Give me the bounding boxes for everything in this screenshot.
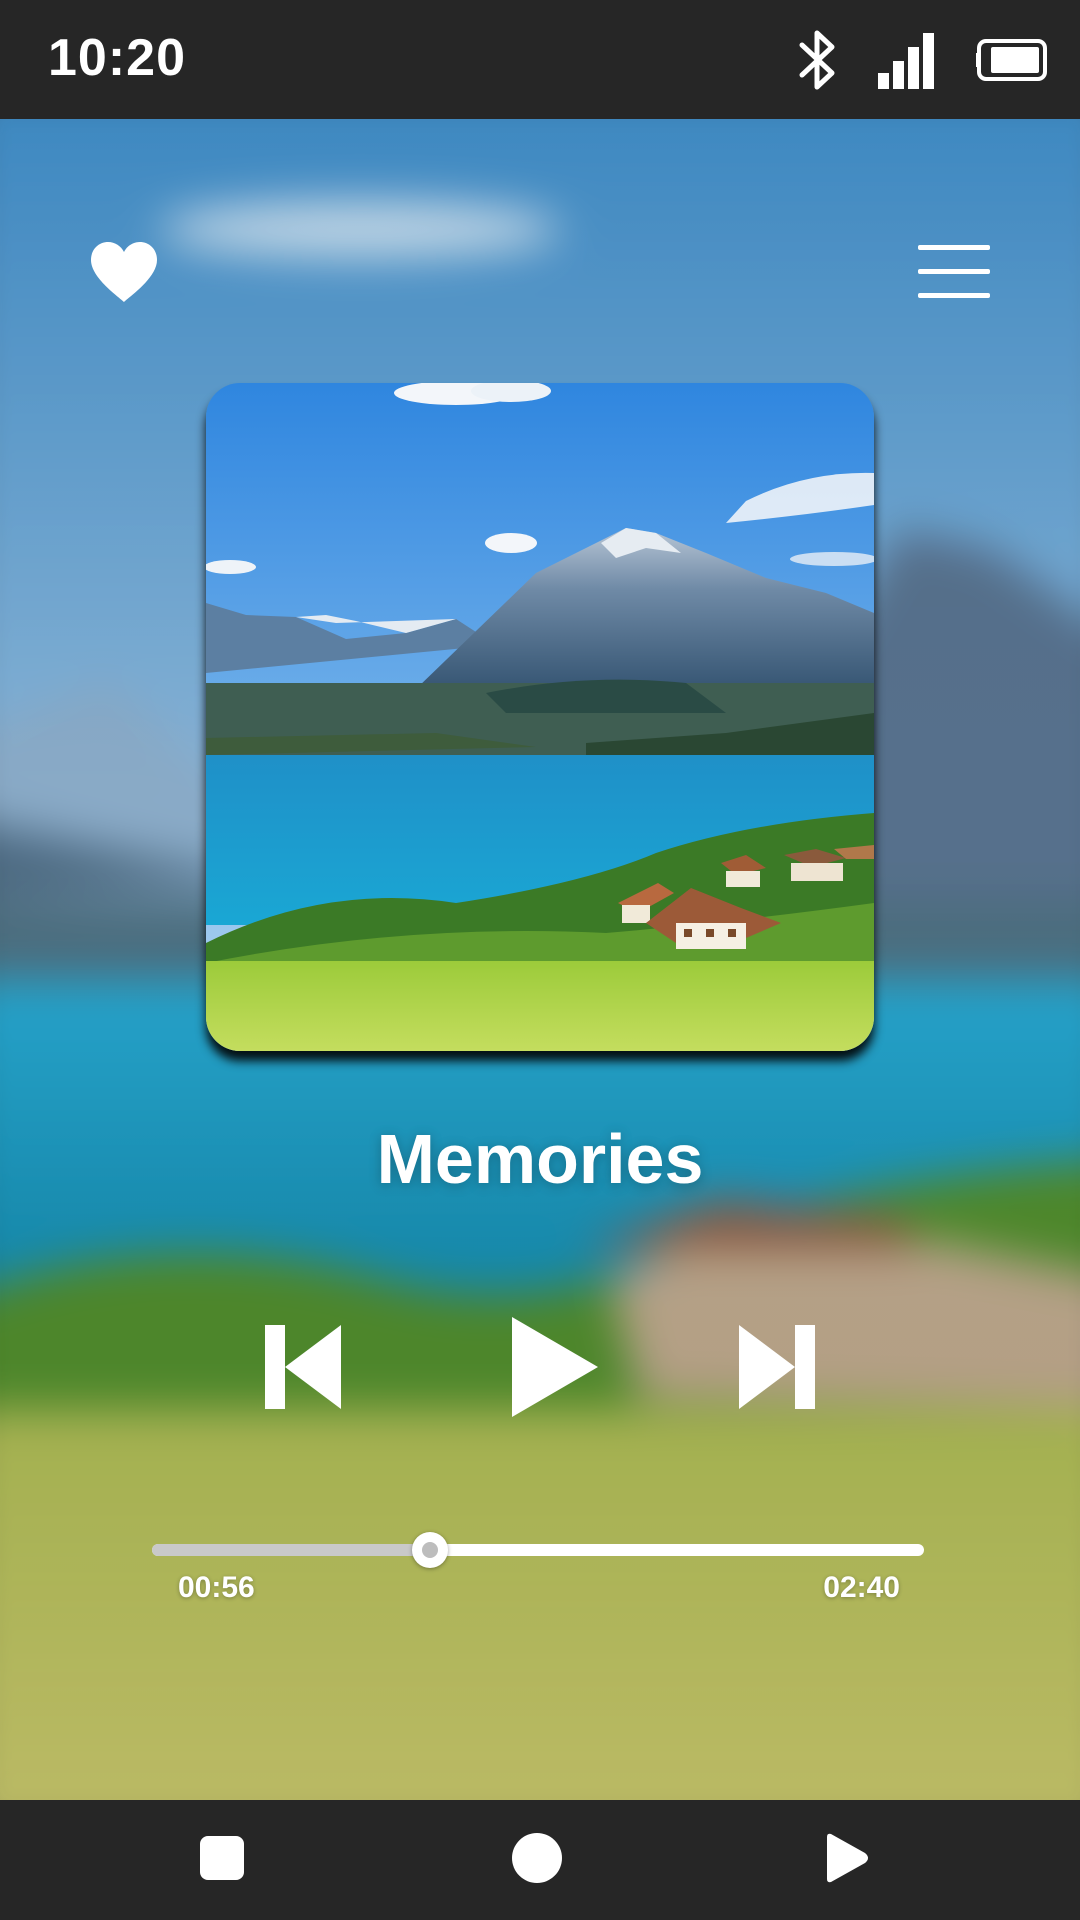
skip-next-icon <box>735 1323 815 1416</box>
total-duration: 02:40 <box>823 1571 900 1604</box>
track-title: Memories <box>376 1120 704 1198</box>
status-time: 10:20 <box>48 29 186 87</box>
bluetooth-icon <box>798 29 838 91</box>
skip-previous-icon <box>265 1323 345 1416</box>
next-button[interactable] <box>720 1299 830 1439</box>
progress-fill <box>152 1544 430 1556</box>
player-background: Memories 00:56 02:40 <box>0 119 1080 1800</box>
recents-button[interactable] <box>192 1830 252 1890</box>
elapsed-time: 00:56 <box>178 1571 255 1604</box>
recents-square-icon <box>199 1835 245 1886</box>
play-button[interactable] <box>490 1299 620 1439</box>
navigation-bar <box>0 1800 1080 1920</box>
progress-thumb[interactable] <box>411 1532 448 1568</box>
home-button[interactable] <box>507 1830 567 1890</box>
menu-button[interactable] <box>894 214 1014 334</box>
playback-controls <box>0 1299 1080 1439</box>
battery-icon <box>976 38 1050 82</box>
status-bar: 10:20 <box>0 0 1080 119</box>
heart-icon <box>89 240 159 309</box>
status-icons <box>798 28 1050 92</box>
like-button[interactable] <box>64 214 184 334</box>
signal-icon <box>878 31 936 89</box>
play-icon <box>510 1315 600 1424</box>
previous-button[interactable] <box>250 1299 360 1439</box>
progress-slider[interactable] <box>152 1530 924 1570</box>
back-button[interactable] <box>816 1830 876 1890</box>
back-triangle-icon <box>821 1833 871 1888</box>
home-circle-icon <box>511 1832 563 1889</box>
menu-icon <box>918 242 990 307</box>
album-art <box>206 383 874 1051</box>
